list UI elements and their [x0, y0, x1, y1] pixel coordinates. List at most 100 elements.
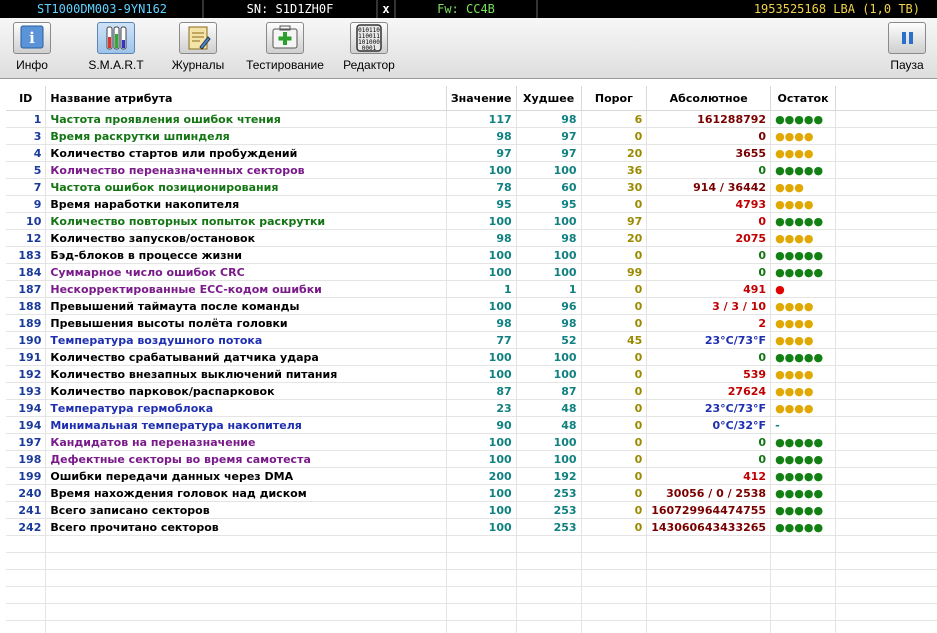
smart-button[interactable]: S.M.A.R.T — [84, 22, 148, 76]
table-row[interactable]: 190 Температура воздушного потока 77 52 45 23… — [6, 331, 937, 349]
attribute-threshold: 0 — [581, 382, 648, 400]
attribute-remaining: ●●●● — [770, 297, 836, 315]
attribute-remaining: ●●●●● — [770, 467, 836, 485]
table-row[interactable]: 187 Нескорректированные ЕСС-кодом ошибки 1… — [6, 280, 937, 298]
column-header-remaining[interactable]: Остаток — [770, 86, 836, 111]
empty-cell — [446, 603, 517, 621]
table-row[interactable]: 9 Время наработки накопителя 95 95 0 4793 ●●●● — [6, 195, 937, 213]
attribute-name: Частота проявления ошибок чтения — [45, 110, 447, 128]
attribute-remaining: ●●●● — [770, 331, 836, 349]
attribute-value: 98 — [446, 229, 517, 247]
empty-cell — [6, 552, 47, 570]
table-row[interactable]: 12 Количество запусков/остановок 98 98 20 207… — [6, 229, 937, 247]
attribute-remaining: ●●●●● — [770, 246, 836, 264]
column-header-value[interactable]: Значение — [446, 86, 517, 111]
attribute-id: 193 — [6, 382, 47, 400]
column-header-worst[interactable]: Худшее — [516, 86, 582, 111]
table-header-row: ID Название атрибута Значение Худшее Пор… — [6, 86, 937, 111]
attribute-absolute: 491 — [646, 280, 772, 298]
attribute-id: 3 — [6, 127, 47, 145]
attribute-id: 184 — [6, 263, 47, 281]
attribute-value: 100 — [446, 365, 517, 383]
attribute-value: 100 — [446, 484, 517, 502]
empty-cell — [646, 569, 772, 587]
table-row[interactable]: 3 Время раскрутки шпинделя 98 97 0 0 ●●●● — [6, 127, 937, 145]
row-filler — [835, 144, 937, 162]
editor-button[interactable]: 010110 110011 101000 0001 Редактор — [338, 22, 400, 76]
close-icon[interactable]: x — [378, 0, 394, 18]
attribute-absolute: 160729964474755 — [646, 501, 772, 519]
empty-cell — [6, 586, 47, 604]
attribute-worst: 48 — [516, 416, 582, 434]
attribute-worst: 95 — [516, 195, 582, 213]
attribute-threshold: 0 — [581, 297, 648, 315]
row-filler — [835, 501, 937, 519]
attribute-absolute: 27624 — [646, 382, 772, 400]
table-row[interactable]: 194 Минимальная температура накопителя 90 4… — [6, 416, 937, 434]
attribute-name: Суммарное число ошибок CRC — [45, 263, 447, 281]
attribute-value: 87 — [446, 382, 517, 400]
logs-button[interactable]: Журналы — [166, 22, 230, 76]
empty-cell — [6, 569, 47, 587]
attribute-absolute: 143060643433265 — [646, 518, 772, 536]
row-filler — [835, 382, 937, 400]
table-row[interactable]: 199 Ошибки передачи данных через DMA 200 19… — [6, 467, 937, 485]
column-header-id[interactable]: ID — [6, 86, 47, 111]
attribute-value: 117 — [446, 110, 517, 128]
table-row[interactable]: 7 Частота ошибок позиционирования 78 60 30 91… — [6, 178, 937, 196]
attribute-absolute: 539 — [646, 365, 772, 383]
attribute-id: 241 — [6, 501, 47, 519]
empty-cell — [45, 569, 447, 587]
table-row[interactable]: 188 Превышений таймаута после команды 100 9… — [6, 297, 937, 315]
column-header-absolute[interactable]: Абсолютное — [646, 86, 772, 111]
row-filler — [835, 365, 937, 383]
table-row[interactable]: 197 Кандидатов на переназначение 100 100 0 0 ●… — [6, 433, 937, 451]
table-row[interactable]: 193 Количество парковок/распарковок 87 87 0 2… — [6, 382, 937, 400]
table-row[interactable]: 189 Превышения высоты полёта головки 98 98 0… — [6, 314, 937, 332]
table-row[interactable]: 194 Температура гермоблока 23 48 0 23°C/73°F ●… — [6, 399, 937, 417]
table-body: 1 Частота проявления ошибок чтения 117 98 6 1… — [6, 110, 937, 633]
empty-cell — [516, 569, 582, 587]
table-row[interactable]: 198 Дефектные секторы во время самотеста 1… — [6, 450, 937, 468]
table-row[interactable]: 183 Бэд-блоков в процессе жизни 100 100 0 0 ●●… — [6, 246, 937, 264]
attribute-id: 7 — [6, 178, 47, 196]
testing-button[interactable]: Тестирование — [242, 22, 328, 76]
empty-cell — [446, 535, 517, 553]
attribute-name: Время наработки накопителя — [45, 195, 447, 213]
table-row[interactable]: 5 Количество переназначенных секторов 100 1… — [6, 161, 937, 179]
attribute-value: 78 — [446, 178, 517, 196]
attribute-name: Кандидатов на переназначение — [45, 433, 447, 451]
attribute-threshold: 6 — [581, 110, 648, 128]
table-row[interactable]: 191 Количество срабатываний датчика удара… — [6, 348, 937, 366]
column-header-name[interactable]: Название атрибута — [45, 86, 447, 111]
info-button[interactable]: i Инфо — [6, 22, 58, 76]
pause-button[interactable]: Пауза — [882, 22, 932, 76]
attribute-threshold: 36 — [581, 161, 648, 179]
empty-cell — [446, 586, 517, 604]
table-row[interactable]: 241 Всего записано секторов 100 253 0 1607299… — [6, 501, 937, 519]
attribute-name: Минимальная температура накопителя — [45, 416, 447, 434]
attribute-absolute: 0 — [646, 263, 772, 281]
table-row[interactable]: 240 Время нахождения головок над диском 10… — [6, 484, 937, 502]
attribute-absolute: 0 — [646, 212, 772, 230]
row-filler — [835, 178, 937, 196]
table-row[interactable]: 4 Количество стартов или пробуждений 97 97 2… — [6, 144, 937, 162]
attribute-absolute: 23°C/73°F — [646, 331, 772, 349]
table-row[interactable]: 242 Всего прочитано секторов 100 253 0 143060… — [6, 518, 937, 536]
empty-row — [6, 586, 937, 604]
column-header-threshold[interactable]: Порог — [581, 86, 648, 111]
table-row[interactable]: 10 Количество повторных попыток раскрутки… — [6, 212, 937, 230]
binary-editor-icon: 010110 110011 101000 0001 — [350, 22, 388, 54]
row-filler — [835, 161, 937, 179]
table-row[interactable]: 192 Количество внезапных выключений питан… — [6, 365, 937, 383]
table-row[interactable]: 1 Частота проявления ошибок чтения 117 98 6 1… — [6, 110, 937, 128]
attribute-worst: 52 — [516, 331, 582, 349]
svg-text:i: i — [29, 29, 35, 47]
attribute-absolute: 30056 / 0 / 2538 — [646, 484, 772, 502]
table-row[interactable]: 184 Суммарное число ошибок CRC 100 100 99 0 ●●… — [6, 263, 937, 281]
attribute-name: Количество внезапных выключений питания — [45, 365, 447, 383]
smart-attributes-table: ID Название атрибута Значение Худшее Пор… — [6, 86, 937, 633]
attribute-id: 240 — [6, 484, 47, 502]
attribute-worst: 100 — [516, 263, 582, 281]
attribute-absolute: 0 — [646, 246, 772, 264]
